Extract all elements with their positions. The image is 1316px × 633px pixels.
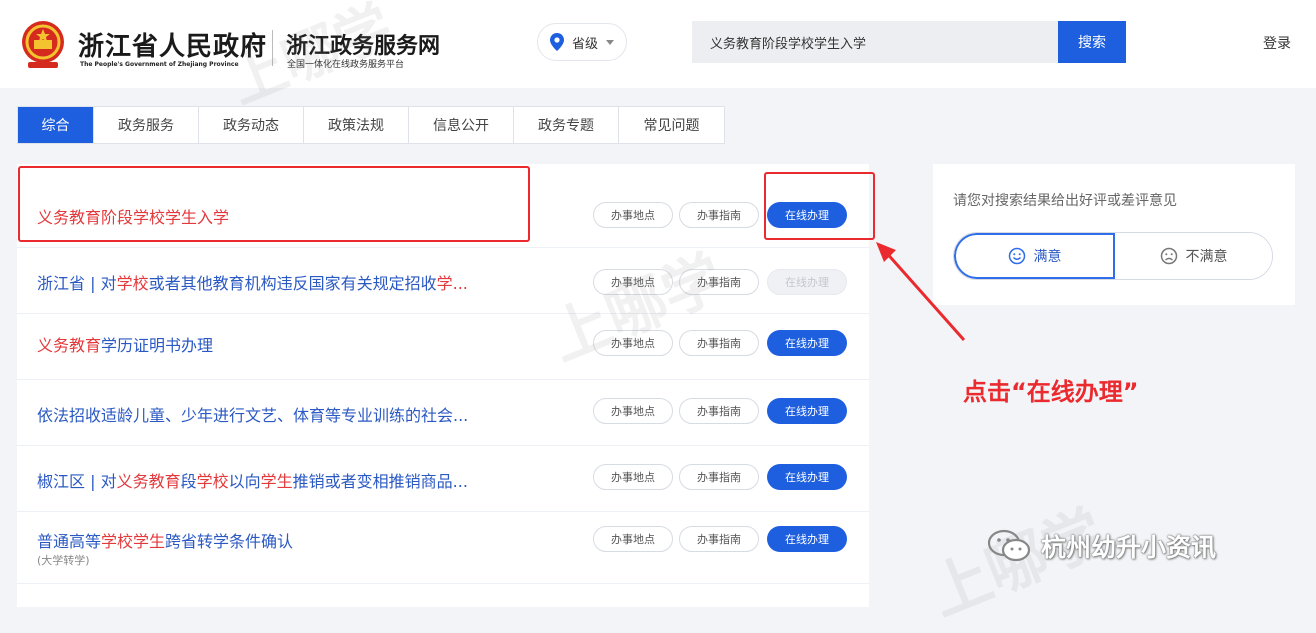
location-button[interactable]: 办事地点 (593, 330, 673, 356)
online-service-button[interactable]: 在线办理 (767, 464, 847, 490)
title-segment: 学生 (260, 472, 293, 491)
title-segment: 椒江区 | 对 (37, 472, 117, 491)
tab-news[interactable]: 政务动态 (199, 107, 304, 143)
brand-text: 杭州幼升小资讯 (1041, 533, 1217, 562)
smile-icon (1008, 247, 1025, 265)
title-segment: 学... (436, 274, 468, 293)
result-row: 椒江区 | 对义务教育段学校以向学生推销或者变相推销商品... 办事地点 办事指… (17, 446, 869, 512)
search-input[interactable] (692, 21, 1060, 63)
title-segment: 以向 (228, 472, 261, 491)
brand-watermark: 杭州幼升小资讯 (985, 528, 1216, 564)
tab-services[interactable]: 政务服务 (94, 107, 199, 143)
region-selector[interactable]: 省级 (537, 23, 627, 61)
national-emblem-icon (22, 21, 64, 68)
location-button[interactable]: 办事地点 (593, 269, 673, 295)
frown-icon (1160, 247, 1177, 265)
unsatisfied-label: 不满意 (1185, 249, 1228, 265)
result-row: 义务教育阶段学校学生入学 办事地点 办事指南 在线办理 (17, 182, 869, 248)
location-button[interactable]: 办事地点 (593, 202, 673, 228)
portal-subtitle: 全国一体化在线政务服务平台 (287, 60, 405, 70)
result-title[interactable]: 椒江区 | 对义务教育段学校以向学生推销或者变相推销商品... (37, 468, 468, 492)
search-button[interactable]: 搜索 (1058, 21, 1126, 63)
location-button[interactable]: 办事地点 (593, 464, 673, 490)
guide-button[interactable]: 办事指南 (679, 202, 759, 228)
result-row: 普通高等学校学生跨省转学条件确认 (大学转学) 办事地点 办事指南 在线办理 (17, 512, 869, 584)
logo-title[interactable]: 浙江省人民政府 (78, 26, 267, 63)
online-service-button-disabled: 在线办理 (767, 269, 847, 295)
guide-button[interactable]: 办事指南 (679, 330, 759, 356)
search-results: 义务教育阶段学校学生入学 办事地点 办事指南 在线办理 浙江省 | 对学校或者其… (17, 164, 869, 607)
result-title[interactable]: 义务教育阶段学校学生入学 (37, 204, 229, 228)
location-pin-icon (550, 33, 564, 51)
portal-title[interactable]: 浙江政务服务网 (286, 28, 440, 60)
login-link[interactable]: 登录 (1263, 33, 1291, 53)
title-segment: 浙江省 | 对 (37, 274, 117, 293)
guide-button[interactable]: 办事指南 (679, 398, 759, 424)
result-title[interactable]: 义务教育学历证明书办理 (37, 332, 213, 356)
tab-policies[interactable]: 政策法规 (304, 107, 409, 143)
title-segment: 义务教育 (37, 336, 102, 355)
title-segment: 学历证明书办理 (101, 336, 214, 355)
feedback-buttons: 满意 不满意 (953, 232, 1273, 280)
caret-down-icon (606, 39, 615, 45)
result-row: 依法招收适龄儿童、少年进行文艺、体育等专业训练的社会... 办事地点 办事指南 … (17, 380, 869, 446)
annotation-arrow-icon (876, 242, 966, 341)
title-segment: 或者其他教育机构违反国家有关规定招收 (148, 274, 437, 293)
title-segment: 学校学生 (101, 532, 166, 551)
unsatisfied-button[interactable]: 不满意 (1115, 233, 1272, 279)
satisfied-label: 满意 (1033, 249, 1062, 265)
title-segment: 段 (180, 472, 197, 491)
title-segment: 义务教育阶段学校学生入学 (37, 208, 230, 227)
guide-button[interactable]: 办事指南 (679, 464, 759, 490)
tab-topics[interactable]: 政务专题 (514, 107, 619, 143)
result-subtitle: (大学转学) (37, 554, 90, 567)
title-segment: 义务教育 (116, 472, 181, 491)
online-service-button[interactable]: 在线办理 (767, 398, 847, 424)
result-row: 浙江省 | 对学校或者其他教育机构违反国家有关规定招收学... 办事地点 办事指… (17, 248, 869, 314)
region-label: 省级 (572, 36, 599, 52)
guide-button[interactable]: 办事指南 (679, 269, 759, 295)
title-segment: 学校 (116, 274, 149, 293)
guide-button[interactable]: 办事指南 (679, 526, 759, 552)
result-title[interactable]: 普通高等学校学生跨省转学条件确认 (37, 528, 293, 552)
tab-faq[interactable]: 常见问题 (619, 107, 724, 143)
tab-all[interactable]: 综合 (18, 107, 94, 143)
logo-divider (272, 30, 273, 66)
annotation-callout: 点击“在线办理” (963, 378, 1139, 406)
online-service-button[interactable]: 在线办理 (767, 330, 847, 356)
wechat-icon (987, 529, 1031, 562)
feedback-panel: 请您对搜索结果给出好评或差评意见 满意 不满意 (933, 164, 1295, 305)
title-segment: 普通高等 (37, 532, 102, 551)
site-header: 浙江省人民政府 The People's Government of Zheji… (0, 0, 1316, 88)
title-segment: 依法招收适龄儿童、少年进行文艺、体育等专业训练的社会... (37, 406, 469, 425)
location-button[interactable]: 办事地点 (593, 398, 673, 424)
result-title[interactable]: 依法招收适龄儿童、少年进行文艺、体育等专业训练的社会... (37, 402, 468, 426)
feedback-prompt: 请您对搜索结果给出好评或差评意见 (953, 193, 1177, 209)
online-service-button[interactable]: 在线办理 (767, 202, 847, 228)
result-row: 义务教育学历证明书办理 办事地点 办事指南 在线办理 (17, 314, 869, 380)
result-title[interactable]: 浙江省 | 对学校或者其他教育机构违反国家有关规定招收学... (37, 270, 468, 294)
logo-subtitle: The People's Government of Zhejiang Prov… (80, 61, 239, 68)
location-button[interactable]: 办事地点 (593, 526, 673, 552)
category-tabs: 综合 政务服务 政务动态 政策法规 信息公开 政务专题 常见问题 (17, 106, 725, 144)
online-service-button[interactable]: 在线办理 (767, 526, 847, 552)
title-segment: 学校 (196, 472, 229, 491)
title-segment: 跨省转学条件确认 (165, 532, 294, 551)
title-segment: 推销或者变相推销商品... (292, 472, 468, 491)
tab-disclosure[interactable]: 信息公开 (409, 107, 514, 143)
